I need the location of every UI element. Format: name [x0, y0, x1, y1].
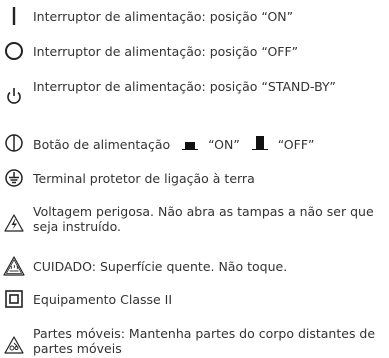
protective-earth-icon	[3, 167, 25, 189]
off-label: “OFF”	[277, 137, 315, 152]
symbol-description: Interruptor de alimentação: posição “ON”	[33, 9, 294, 24]
symbol-description: Interruptor de alimentação: posição “STA…	[33, 79, 336, 94]
symbol-description: Terminal protetor de ligação à terra	[33, 171, 255, 186]
power-off-circle-icon	[3, 40, 25, 62]
standby-power-icon	[3, 85, 25, 107]
symbol-description: Voltagem perigosa. Não abra as tampas a …	[33, 204, 374, 234]
button-pressed-icon	[182, 138, 199, 153]
hot-surface-warning-icon	[3, 255, 25, 277]
button-released-icon	[251, 136, 268, 153]
on-label: “ON”	[208, 137, 240, 152]
moving-parts-warning-icon	[3, 334, 25, 356]
symbol-description: Interruptor de alimentação: posição “OFF…	[33, 44, 299, 59]
symbol-description: Partes móveis: Mantenha partes do corpo …	[33, 326, 376, 356]
high-voltage-warning-icon	[3, 212, 25, 234]
symbol-description: CUIDADO: Superfície quente. Não toque.	[33, 259, 288, 274]
push-power-button-icon	[3, 132, 25, 154]
power-on-line-icon	[3, 5, 25, 27]
symbol-description: Botão de alimentação	[33, 137, 171, 152]
class-ii-equipment-icon	[3, 288, 25, 310]
symbol-description: Equipamento Classe II	[33, 292, 173, 307]
